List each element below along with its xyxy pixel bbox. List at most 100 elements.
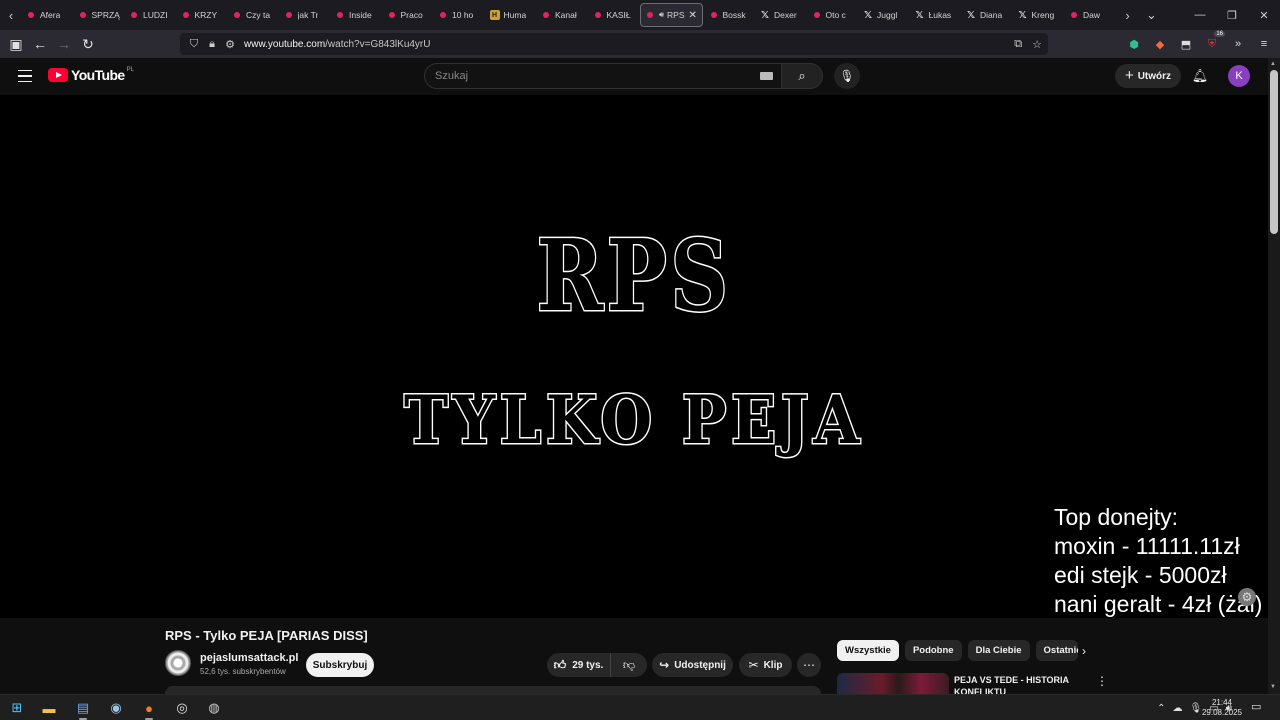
channel-avatar[interactable] xyxy=(165,650,191,676)
browser-tab[interactable]: 𝕏 Łukas xyxy=(911,3,961,27)
browser-tab[interactable]: 𝕏 Dexer xyxy=(756,3,806,27)
permissions-icon[interactable]: ⚙︎ xyxy=(222,38,238,51)
browser-tab[interactable]: KASIŁ xyxy=(589,3,639,27)
tray-overflow-chevron-icon[interactable]: ⌃ xyxy=(1157,703,1165,714)
recommendation-more-icon[interactable]: ⋮ xyxy=(1096,674,1108,688)
forward-icon[interactable]: → xyxy=(52,32,76,56)
create-button[interactable]: + Utwórz xyxy=(1115,64,1181,88)
browser-tab[interactable]: Bossk xyxy=(705,3,755,27)
keyboard-icon[interactable] xyxy=(760,72,773,80)
address-bar[interactable]: ⛉ 🔒︎ ⚙︎ www.youtube.com/watch?v=G843lKu4… xyxy=(180,33,1048,55)
extension-fox-icon[interactable]: ◆ xyxy=(1150,34,1170,54)
settings-gear-icon[interactable]: ⚙ xyxy=(1238,588,1256,606)
browser-tab[interactable]: H Huma xyxy=(486,3,536,27)
donation-overlay: Top donejty: moxin - 11111.11zł edi stej… xyxy=(1054,503,1262,618)
browser-tab[interactable]: KRZY xyxy=(177,3,227,27)
tab-title: KASIŁ xyxy=(606,10,631,20)
dislike-button[interactable]: 👎︎ xyxy=(611,653,647,677)
notifications-bell-icon[interactable]: 🔔︎ xyxy=(1189,65,1211,87)
url-text[interactable]: www.youtube.com/watch?v=G843lKu4yrU xyxy=(244,39,431,50)
browser-tab[interactable]: 10 ho xyxy=(434,3,484,27)
chips-next-arrow-icon[interactable]: › xyxy=(1082,644,1086,658)
search-button[interactable]: ⌕ xyxy=(782,63,823,89)
youtube-header: YouTube PL ⌕ 🎙︎ +Utwórz 🔔︎ K xyxy=(0,58,1268,95)
tab-list-left-arrow-icon[interactable]: ‹ xyxy=(0,0,22,30)
browser-tab[interactable]: Afera xyxy=(22,3,72,27)
scrollbar-thumb[interactable] xyxy=(1270,70,1278,234)
sidebar-toggle-icon[interactable]: ▣ xyxy=(4,32,28,56)
account-avatar[interactable]: K xyxy=(1228,65,1250,87)
browser-tab[interactable]: Daw xyxy=(1065,3,1115,27)
x-icon: 𝕏 xyxy=(863,9,873,21)
extensions-puzzle-icon[interactable]: ⬒ xyxy=(1176,34,1196,54)
youtube-icon xyxy=(812,10,822,20)
youtube-icon xyxy=(593,10,603,20)
browser-tab[interactable]: 𝕏 Juggl xyxy=(859,3,909,27)
overflow-chevron-icon[interactable]: » xyxy=(1228,34,1248,54)
clip-button[interactable]: ✂ Klip xyxy=(739,653,792,677)
window-controls: — ❐ ✕ xyxy=(1184,0,1280,30)
browser-tab[interactable]: Praco xyxy=(383,3,433,27)
browser-tab[interactable]: Kanał xyxy=(537,3,587,27)
lock-icon[interactable]: 🔒︎ xyxy=(204,38,220,51)
browser-tab[interactable]: 𝕏 Kreng xyxy=(1014,3,1064,27)
firefox-icon[interactable]: ● xyxy=(138,698,160,720)
channel-name[interactable]: pejaslumsattack.pl xyxy=(200,652,298,664)
chip-recent[interactable]: Ostatnio xyxy=(1035,640,1078,661)
onedrive-cloud-icon[interactable]: ☁ xyxy=(1173,703,1183,714)
vpn-shield-icon[interactable]: ⬢ xyxy=(1124,34,1144,54)
browser-tab[interactable]: Czy ta xyxy=(228,3,278,27)
file-explorer-icon[interactable]: ▬ xyxy=(38,698,60,718)
tracking-shield-icon[interactable]: ⛉ xyxy=(186,38,202,51)
voice-search-button[interactable]: 🎙︎ xyxy=(834,63,860,89)
scroll-down-arrow-icon[interactable]: ▼ xyxy=(1270,684,1276,690)
search-icon: ⌕ xyxy=(798,68,806,83)
app-menu-icon[interactable]: ≡ xyxy=(1254,34,1274,54)
subscribe-button[interactable]: Subskrybuj xyxy=(306,653,374,677)
browser-tab[interactable]: 𝕏 Diana xyxy=(962,3,1012,27)
chip-all[interactable]: Wszystkie xyxy=(837,640,899,661)
video-player[interactable]: RPS TYLKO PEJA Top donejty: moxin - 1111… xyxy=(0,95,1268,618)
windows-start-icon[interactable]: ⊞ xyxy=(6,698,28,718)
picture-in-picture-icon[interactable]: ⧉ xyxy=(1014,38,1022,51)
browser-tab[interactable]: LUDZI xyxy=(125,3,175,27)
monitor-app-icon[interactable]: ▤ xyxy=(72,698,94,720)
tab-list-dropdown-icon[interactable]: ⌄ xyxy=(1139,0,1165,30)
donation-entry: moxin - 11111.11zł xyxy=(1054,533,1240,559)
back-icon[interactable]: ← xyxy=(28,32,52,56)
scroll-up-arrow-icon[interactable]: ▲ xyxy=(1270,61,1276,67)
share-button[interactable]: ↪ Udostępnij xyxy=(652,653,733,677)
video-frame-subtitle: TYLKO PEJA xyxy=(403,380,864,461)
bookmark-star-icon[interactable]: ☆ xyxy=(1032,38,1042,51)
recommendation-chips: Wszystkie Podobne Dla Ciebie Ostatnio xyxy=(837,640,1078,661)
tab-close-icon[interactable]: ✕ xyxy=(689,10,697,21)
obs-icon[interactable]: ◎ xyxy=(171,698,193,718)
browser-tab[interactable]: Oto c xyxy=(808,3,858,27)
minimize-icon[interactable]: — xyxy=(1184,0,1216,30)
youtube-logo-text: YouTube xyxy=(71,67,125,83)
youtube-logo[interactable]: YouTube PL xyxy=(48,67,134,83)
restore-icon[interactable]: ❐ xyxy=(1216,0,1248,30)
browser-tab[interactable]: jak Tr xyxy=(280,3,330,27)
browser-tab[interactable]: SPRZĄ xyxy=(74,3,124,27)
chip-for-you[interactable]: Dla Ciebie xyxy=(967,640,1030,661)
more-actions-icon[interactable]: ⋯ xyxy=(797,653,821,677)
search-input[interactable] xyxy=(435,64,735,88)
youtube-play-logo-icon xyxy=(48,68,68,82)
app-icon[interactable]: ◍ xyxy=(203,698,225,718)
tab-title: jak Tr xyxy=(297,10,319,20)
browser-tab-active[interactable]: 🔊︎ RPS ✕ xyxy=(640,3,703,27)
browser-toolbar: ▣ ← → ↻ ⛉ 🔒︎ ⚙︎ www.youtube.com/watch?v=… xyxy=(0,30,1280,58)
steam-icon[interactable]: ◉ xyxy=(105,698,127,718)
like-button[interactable]: 👍︎ 29 tys. xyxy=(547,653,611,677)
taskbar-clock[interactable]: 21:44 29.08.2025 xyxy=(1198,698,1246,718)
tab-audio-playing-icon[interactable]: 🔊︎ xyxy=(659,10,664,20)
chip-similar[interactable]: Podobne xyxy=(904,640,962,661)
notifications-icon[interactable]: ▭ xyxy=(1251,700,1261,713)
browser-tab[interactable]: Inside xyxy=(331,3,381,27)
ublock-icon[interactable]: ⛨ 16 xyxy=(1202,31,1225,54)
close-window-icon[interactable]: ✕ xyxy=(1248,0,1280,30)
reload-icon[interactable]: ↻ xyxy=(76,32,100,56)
guide-menu-icon[interactable] xyxy=(14,66,36,86)
tab-list-right-arrow-icon[interactable]: › xyxy=(1117,0,1139,30)
